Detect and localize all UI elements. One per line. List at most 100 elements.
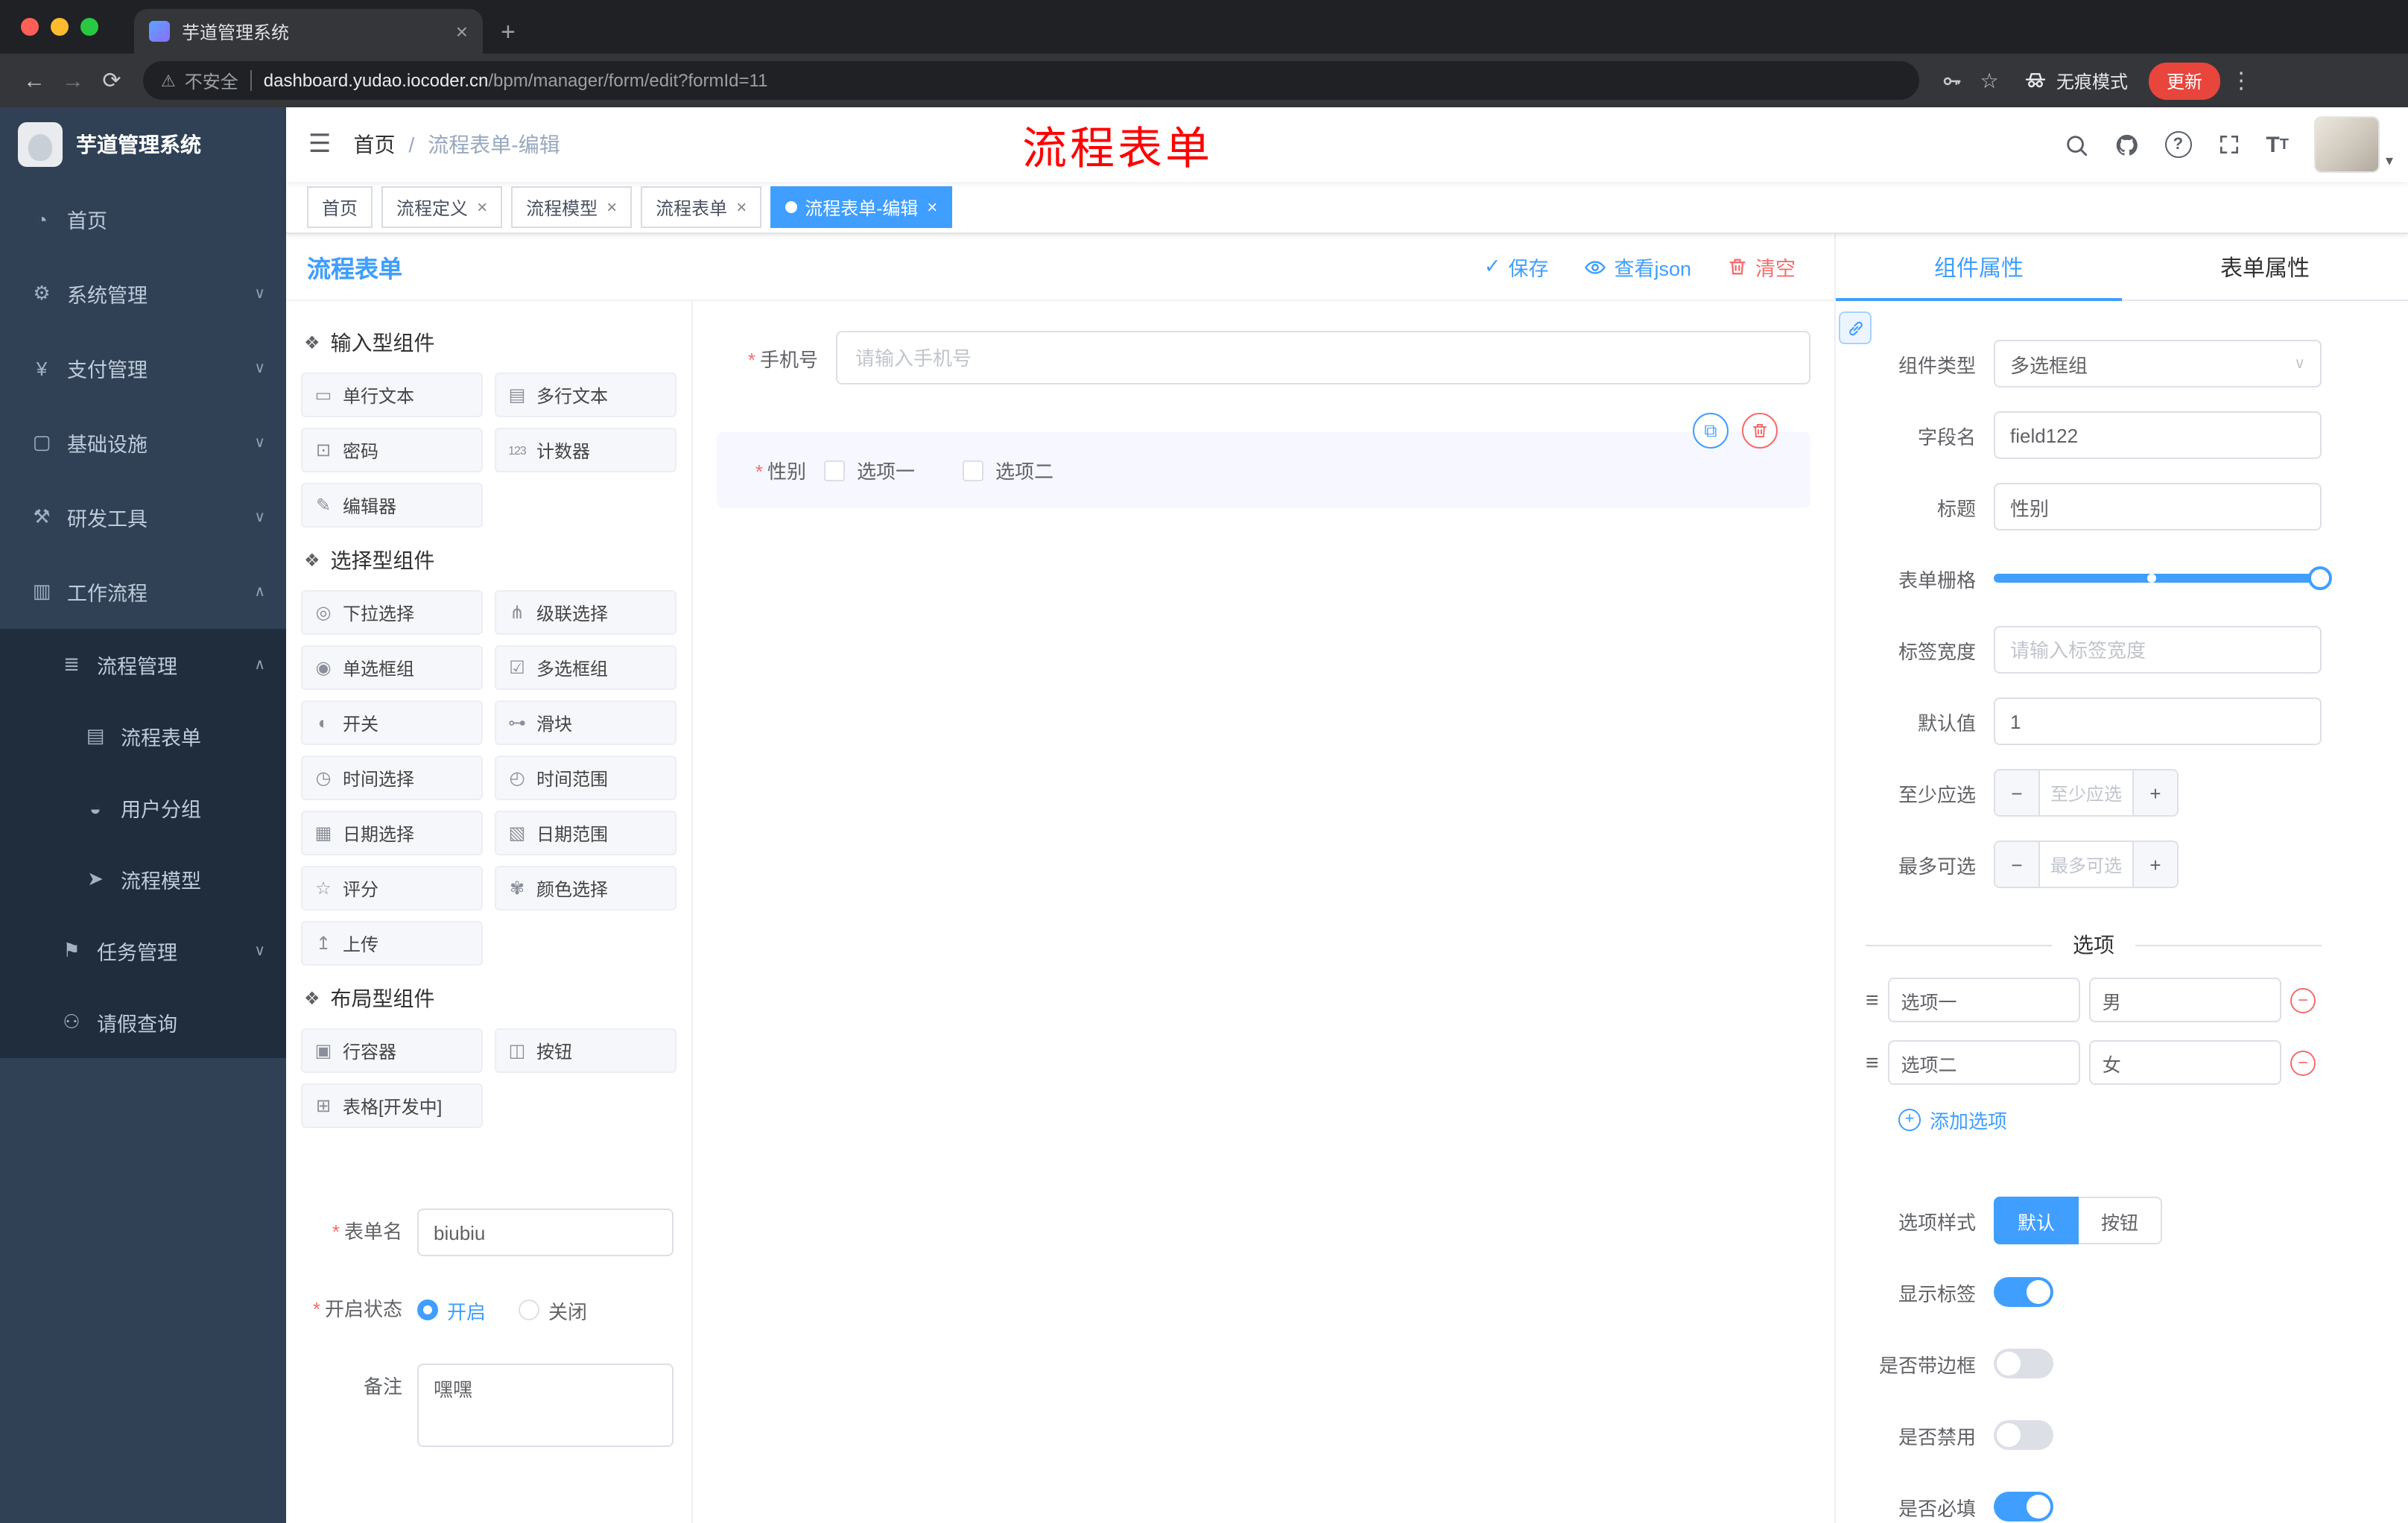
browser-update-button[interactable]: 更新 bbox=[2149, 62, 2221, 99]
field-name-input[interactable] bbox=[1994, 411, 2322, 459]
sidebar-item-process-model[interactable]: ➤ 流程模型 bbox=[0, 843, 286, 915]
window-minimize-button[interactable] bbox=[51, 18, 69, 36]
address-bar[interactable]: ⚠ 不安全 dashboard.yudao.iocoder.cn /bpm/ma… bbox=[143, 61, 1919, 100]
font-size-icon[interactable]: TT bbox=[2266, 132, 2289, 157]
palette-item-table[interactable]: ⊞ 表格[开发中] bbox=[301, 1083, 483, 1128]
sidebar-item-user-group[interactable]: ◒ 用户分组 bbox=[0, 772, 286, 843]
tag-process-form-edit[interactable]: 流程表单-编辑 × bbox=[770, 186, 953, 228]
required-switch[interactable] bbox=[1994, 1492, 2053, 1522]
sidebar-item-workflow[interactable]: ▥ 工作流程 ∧ bbox=[0, 554, 286, 629]
forward-button[interactable]: → bbox=[54, 68, 92, 93]
phone-field-row[interactable]: 手机号 bbox=[717, 331, 1810, 384]
palette-item-select[interactable]: ◎ 下拉选择 bbox=[301, 590, 483, 635]
sidebar-item-infrastructure[interactable]: ▢ 基础设施 ∨ bbox=[0, 405, 286, 480]
default-value-input[interactable] bbox=[1994, 697, 2322, 745]
palette-item-switch[interactable]: ◐ 开关 bbox=[301, 700, 483, 745]
palette-item-time-range[interactable]: ◴ 时间范围 bbox=[495, 756, 677, 800]
palette-item-multi-line-text[interactable]: ▤ 多行文本 bbox=[495, 373, 677, 417]
form-canvas[interactable]: 手机号 ⧉ bbox=[693, 301, 1834, 1523]
tag-close-icon[interactable]: × bbox=[606, 198, 617, 216]
checkbox-box[interactable] bbox=[963, 460, 984, 481]
phone-field-input[interactable] bbox=[836, 331, 1810, 384]
tag-process-form[interactable]: 流程表单 × bbox=[641, 186, 762, 228]
tag-home[interactable]: 首页 bbox=[307, 186, 373, 228]
drag-handle-icon[interactable]: ≡ bbox=[1866, 987, 1879, 1013]
tag-process-definition[interactable]: 流程定义 × bbox=[381, 186, 503, 228]
reload-button[interactable]: ⟳ bbox=[92, 67, 131, 94]
checkbox-option-2[interactable]: 选项二 bbox=[963, 456, 1054, 484]
palette-item-cascader[interactable]: ⋔ 级联选择 bbox=[495, 590, 677, 635]
slider-handle[interactable] bbox=[2308, 566, 2332, 590]
palette-item-color-picker[interactable]: ✾ 颜色选择 bbox=[495, 866, 677, 911]
avatar[interactable] bbox=[2313, 116, 2380, 173]
increase-button[interactable]: + bbox=[2132, 842, 2177, 887]
palette-item-rate[interactable]: ☆ 评分 bbox=[301, 866, 483, 911]
palette-item-checkbox-group[interactable]: ☑ 多选框组 bbox=[495, 645, 677, 690]
browser-tab[interactable]: 芋道管理系统 × bbox=[134, 9, 483, 54]
tag-process-model[interactable]: 流程模型 × bbox=[511, 186, 633, 228]
option-2-value-input[interactable] bbox=[2088, 1040, 2282, 1085]
with-border-switch[interactable] bbox=[1994, 1349, 2053, 1378]
show-label-switch[interactable] bbox=[1994, 1277, 2053, 1307]
palette-item-editor[interactable]: ✎ 编辑器 bbox=[301, 483, 483, 528]
tag-close-icon[interactable]: × bbox=[927, 198, 937, 216]
view-json-button[interactable]: 查看json bbox=[1584, 252, 1691, 282]
min-checked-value[interactable]: 至少应选 bbox=[2040, 770, 2132, 815]
palette-item-radio-group[interactable]: ◉ 单选框组 bbox=[301, 645, 483, 690]
new-tab-button[interactable]: + bbox=[501, 19, 516, 45]
form-remark-textarea[interactable]: 嘿嘿 bbox=[417, 1364, 674, 1447]
sidebar-item-devtools[interactable]: ⚒ 研发工具 ∨ bbox=[0, 480, 286, 554]
back-button[interactable]: ← bbox=[15, 68, 54, 93]
radio-open[interactable]: 开启 bbox=[417, 1296, 486, 1324]
sidebar-item-system[interactable]: ⚙ 系统管理 ∨ bbox=[0, 256, 286, 331]
link-icon[interactable] bbox=[1839, 311, 1872, 344]
drag-handle-icon[interactable]: ≡ bbox=[1866, 1050, 1879, 1075]
add-option-button[interactable]: + 添加选项 bbox=[1898, 1106, 2408, 1134]
browser-menu-icon[interactable]: ⋮ bbox=[2226, 67, 2256, 94]
palette-item-button[interactable]: ◫ 按钮 bbox=[495, 1028, 677, 1073]
palette-item-date-picker[interactable]: ▦ 日期选择 bbox=[301, 811, 483, 855]
sidebar-item-home[interactable]: ◔ 首页 bbox=[0, 182, 286, 256]
label-width-input[interactable] bbox=[1994, 626, 2322, 674]
palette-item-time-picker[interactable]: ◷ 时间选择 bbox=[301, 756, 483, 800]
option-1-value-input[interactable] bbox=[2088, 978, 2282, 1022]
increase-button[interactable]: + bbox=[2132, 770, 2177, 815]
fullscreen-icon[interactable] bbox=[2217, 133, 2240, 156]
clear-button[interactable]: 清空 bbox=[1727, 252, 1796, 282]
window-zoom-button[interactable] bbox=[80, 18, 98, 36]
window-close-button[interactable] bbox=[21, 18, 39, 36]
decrease-button[interactable]: − bbox=[1995, 842, 2040, 887]
tab-form-properties[interactable]: 表单属性 bbox=[2122, 234, 2408, 300]
palette-item-single-line-text[interactable]: ▭ 单行文本 bbox=[301, 373, 483, 417]
option-2-label-input[interactable] bbox=[1887, 1040, 2080, 1085]
bookmark-star-icon[interactable]: ☆ bbox=[1970, 68, 2009, 93]
palette-item-upload[interactable]: ↥ 上传 bbox=[301, 921, 483, 966]
sidebar-item-process-management[interactable]: ≣ 流程管理 ∧ bbox=[0, 629, 286, 700]
selected-component-gender[interactable]: ⧉ 性别 选 bbox=[717, 413, 1810, 508]
option-1-label-input[interactable] bbox=[1887, 978, 2080, 1022]
save-button[interactable]: ✓ 保存 bbox=[1484, 252, 1549, 282]
delete-component-button[interactable] bbox=[1742, 413, 1778, 449]
remove-option-icon[interactable]: − bbox=[2290, 1050, 2316, 1075]
form-grid-slider[interactable] bbox=[1994, 554, 2332, 602]
max-checked-value[interactable]: 最多可选 bbox=[2040, 842, 2132, 887]
checkbox-box[interactable] bbox=[824, 460, 845, 481]
help-icon[interactable]: ? bbox=[2164, 131, 2192, 158]
sidebar-item-process-form[interactable]: ▤ 流程表单 bbox=[0, 700, 286, 772]
sidebar-item-leave-query[interactable]: ⚇ 请假查询 bbox=[0, 987, 286, 1058]
user-menu[interactable]: ▾ bbox=[2313, 116, 2393, 173]
tag-close-icon[interactable]: × bbox=[736, 198, 747, 216]
password-key-icon[interactable] bbox=[1931, 69, 1970, 92]
title-input[interactable] bbox=[1994, 483, 2322, 531]
style-button-button[interactable]: 按钮 bbox=[2079, 1197, 2163, 1244]
radio-closed[interactable]: 关闭 bbox=[519, 1296, 587, 1324]
breadcrumb-home[interactable]: 首页 bbox=[354, 130, 396, 159]
tab-close-icon[interactable]: × bbox=[456, 21, 468, 42]
search-icon[interactable] bbox=[2063, 132, 2088, 157]
palette-item-slider[interactable]: ⊶ 滑块 bbox=[495, 700, 677, 745]
github-icon[interactable] bbox=[2114, 132, 2139, 157]
decrease-button[interactable]: − bbox=[1995, 770, 2040, 815]
palette-item-row-container[interactable]: ▣ 行容器 bbox=[301, 1028, 483, 1073]
copy-component-button[interactable]: ⧉ bbox=[1693, 413, 1729, 449]
slider-track[interactable] bbox=[1994, 566, 2332, 590]
